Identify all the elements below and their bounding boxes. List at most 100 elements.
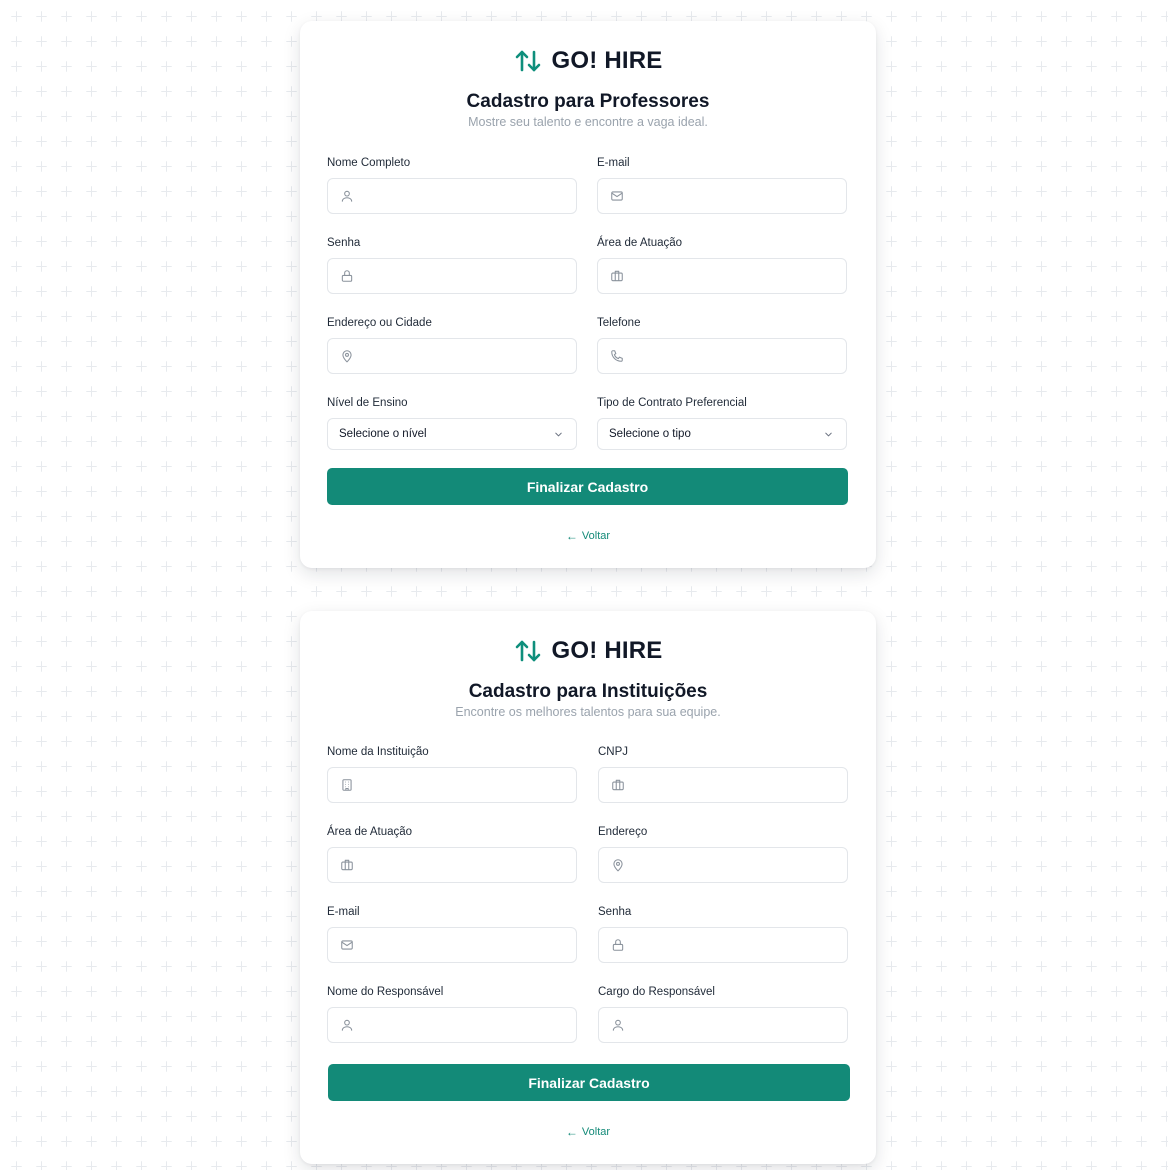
field-area: Área de Atuação	[597, 237, 847, 294]
teaching-level-label: Nível de Ensino	[327, 397, 408, 409]
field-teaching-level: Nível de Ensino Selecione o nível	[327, 397, 577, 450]
building-icon	[340, 778, 354, 792]
responsible-name-input[interactable]	[362, 1007, 576, 1043]
back-label: Voltar	[581, 1126, 611, 1138]
field-area: Área de Atuação	[327, 826, 577, 883]
arrows-up-down-icon	[514, 639, 542, 663]
user-icon	[611, 1018, 625, 1032]
field-institution-name: Nome da Instituição	[327, 746, 577, 803]
teaching-level-selected: Selecione o nível	[339, 428, 427, 440]
form-title: Cadastro para Instituições	[468, 681, 708, 702]
contract-type-select[interactable]: Selecione o tipo	[597, 418, 847, 450]
arrow-left-icon: ←	[565, 1125, 578, 1139]
address-input[interactable]	[633, 847, 847, 883]
cnpj-input-box[interactable]	[598, 767, 848, 803]
password-label: Senha	[598, 906, 632, 918]
mail-icon	[340, 938, 354, 952]
briefcase-icon	[611, 778, 625, 792]
field-email: E-mail	[327, 906, 577, 963]
teaching-level-select[interactable]: Selecione o nível	[327, 418, 577, 450]
area-label: Área de Atuação	[327, 826, 413, 838]
cnpj-input[interactable]	[633, 767, 847, 803]
chevron-down-icon	[553, 429, 564, 440]
password-input[interactable]	[633, 927, 847, 963]
field-email: E-mail	[597, 157, 847, 214]
map-pin-icon	[611, 858, 625, 872]
user-icon	[340, 1018, 354, 1032]
arrow-left-icon: ←	[565, 529, 578, 543]
cnpj-label: CNPJ	[598, 746, 629, 758]
address-input-box[interactable]	[327, 338, 577, 374]
email-label: E-mail	[597, 157, 630, 169]
field-responsible-name: Nome do Responsável	[327, 986, 577, 1043]
full-name-label: Nome Completo	[327, 157, 411, 169]
phone-input[interactable]	[632, 338, 846, 374]
phone-input-box[interactable]	[597, 338, 847, 374]
brand-name: GO! HIRE	[551, 637, 663, 664]
field-responsible-role: Cargo do Responsável	[598, 986, 848, 1043]
brand-name: GO! HIRE	[551, 47, 663, 74]
phone-icon	[610, 349, 624, 363]
email-input-box[interactable]	[597, 178, 847, 214]
field-password: Senha	[598, 906, 848, 963]
email-input[interactable]	[362, 927, 576, 963]
field-password: Senha	[327, 237, 577, 294]
password-input[interactable]	[362, 258, 576, 294]
email-label: E-mail	[327, 906, 360, 918]
password-label: Senha	[327, 237, 361, 249]
full-name-input[interactable]	[362, 178, 576, 214]
form-subtitle: Mostre seu talento e encontre a vaga ide…	[468, 115, 708, 129]
field-address: Endereço ou Cidade	[327, 317, 577, 374]
email-input[interactable]	[632, 178, 846, 214]
field-cnpj: CNPJ	[598, 746, 848, 803]
address-label: Endereço ou Cidade	[327, 317, 432, 329]
area-input-box[interactable]	[327, 847, 577, 883]
lock-icon	[611, 938, 625, 952]
back-label: Voltar	[581, 530, 611, 542]
finish-registration-button[interactable]: Finalizar Cadastro	[328, 1064, 850, 1101]
finish-registration-button[interactable]: Finalizar Cadastro	[327, 468, 848, 505]
email-input-box[interactable]	[327, 927, 577, 963]
responsible-role-input[interactable]	[633, 1007, 847, 1043]
institution-registration-card: GO! HIRE Cadastro para Instituições Enco…	[300, 611, 876, 1164]
brand-logo: GO! HIRE	[300, 47, 876, 75]
lock-icon	[340, 269, 354, 283]
area-input[interactable]	[632, 258, 846, 294]
responsible-role-input-box[interactable]	[598, 1007, 848, 1043]
area-input[interactable]	[362, 847, 576, 883]
teacher-registration-card: GO! HIRE Cadastro para Professores Mostr…	[300, 21, 876, 568]
area-input-box[interactable]	[597, 258, 847, 294]
address-label: Endereço	[598, 826, 648, 838]
mail-icon	[610, 189, 624, 203]
field-contract-type: Tipo de Contrato Preferencial Selecione …	[597, 397, 847, 450]
user-icon	[340, 189, 354, 203]
phone-label: Telefone	[597, 317, 641, 329]
chevron-down-icon	[823, 429, 834, 440]
field-phone: Telefone	[597, 317, 847, 374]
field-address: Endereço	[598, 826, 848, 883]
password-input-box[interactable]	[598, 927, 848, 963]
form-title: Cadastro para Professores	[466, 91, 710, 112]
back-link[interactable]: ← Voltar	[300, 529, 876, 543]
full-name-input-box[interactable]	[327, 178, 577, 214]
address-input[interactable]	[362, 338, 576, 374]
password-input-box[interactable]	[327, 258, 577, 294]
back-link[interactable]: ← Voltar	[300, 1125, 876, 1139]
field-full-name: Nome Completo	[327, 157, 577, 214]
institution-name-input-box[interactable]	[327, 767, 577, 803]
responsible-name-label: Nome do Responsável	[327, 986, 444, 998]
address-input-box[interactable]	[598, 847, 848, 883]
briefcase-icon	[340, 858, 354, 872]
institution-name-label: Nome da Instituição	[327, 746, 429, 758]
responsible-role-label: Cargo do Responsável	[598, 986, 715, 998]
contract-type-label: Tipo de Contrato Preferencial	[597, 397, 747, 409]
area-label: Área de Atuação	[597, 237, 683, 249]
responsible-name-input-box[interactable]	[327, 1007, 577, 1043]
briefcase-icon	[610, 269, 624, 283]
form-subtitle: Encontre os melhores talentos para sua e…	[455, 705, 721, 719]
arrows-up-down-icon	[514, 49, 542, 73]
institution-name-input[interactable]	[362, 767, 576, 803]
map-pin-icon	[340, 349, 354, 363]
brand-logo: GO! HIRE	[300, 637, 876, 665]
contract-type-selected: Selecione o tipo	[609, 428, 691, 440]
